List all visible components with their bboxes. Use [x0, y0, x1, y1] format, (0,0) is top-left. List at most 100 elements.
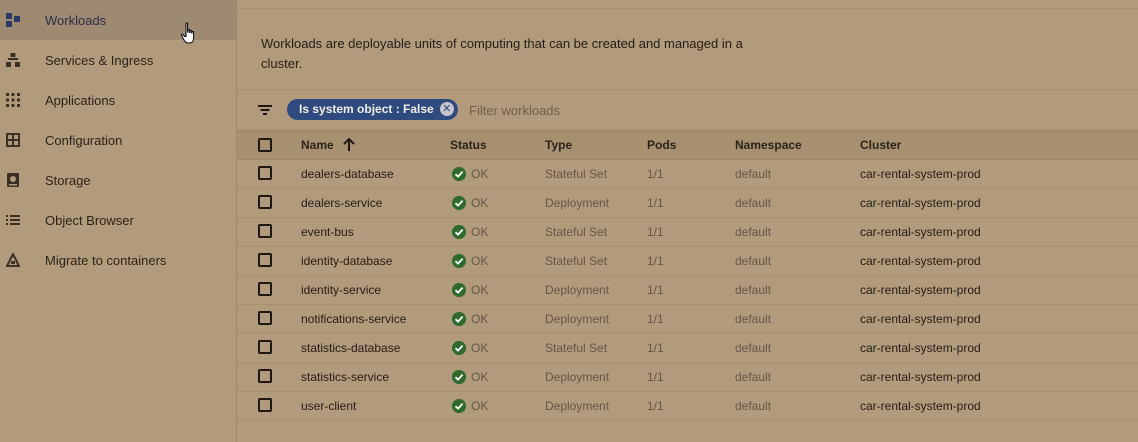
- workload-pods: 1/1: [647, 225, 664, 239]
- hand-cursor-icon: [180, 22, 195, 44]
- configuration-icon: [5, 132, 21, 148]
- workload-namespace: default: [735, 167, 772, 181]
- column-header-status[interactable]: Status: [450, 138, 487, 152]
- workload-namespace: default: [735, 370, 772, 384]
- status-text: OK: [471, 254, 489, 268]
- filter-input[interactable]: [469, 100, 769, 120]
- workload-name[interactable]: user-client: [301, 399, 356, 413]
- row-checkbox[interactable]: [258, 166, 272, 180]
- workload-name[interactable]: statistics-service: [301, 370, 389, 384]
- sidebar-item-storage[interactable]: Storage: [0, 160, 236, 200]
- column-header-cluster[interactable]: Cluster: [860, 138, 901, 152]
- row-checkbox[interactable]: [258, 253, 272, 267]
- check-circle-icon: [452, 283, 466, 297]
- workload-cluster: car-rental-system-prod: [860, 254, 981, 268]
- applications-grid-icon: [5, 92, 21, 108]
- workload-pods: 1/1: [647, 196, 664, 210]
- table-row[interactable]: identity-service Deployment 1/1 default car-…: [237, 276, 1138, 305]
- table-row[interactable]: dealers-database Stateful Set 1/1 default ca…: [237, 160, 1138, 189]
- workload-name[interactable]: notifications-service: [301, 312, 406, 326]
- table-row[interactable]: statistics-service Deployment 1/1 default ca…: [237, 363, 1138, 392]
- sidebar-item-label: Object Browser: [45, 212, 134, 228]
- table-row[interactable]: statistics-database Stateful Set 1/1 defaul…: [237, 334, 1138, 363]
- filter-bar: Is system object : False ✕: [237, 90, 1138, 130]
- workload-pods: 1/1: [647, 370, 664, 384]
- table-row[interactable]: user-client Deployment 1/1 default car-renta…: [237, 392, 1138, 421]
- workload-cluster: car-rental-system-prod: [860, 370, 981, 384]
- status-text: OK: [471, 167, 489, 181]
- filter-chip[interactable]: Is system object : False ✕: [287, 99, 458, 120]
- workload-name[interactable]: identity-service: [301, 283, 381, 297]
- check-circle-icon: [452, 254, 466, 268]
- sidebar-item-configuration[interactable]: Configuration: [0, 120, 236, 160]
- page-description: Workloads are deployable units of comput…: [261, 36, 743, 71]
- table-row[interactable]: event-bus Stateful Set 1/1 default car-renta…: [237, 218, 1138, 247]
- workload-type: Stateful Set: [545, 341, 608, 355]
- status-text: OK: [471, 370, 489, 384]
- row-checkbox[interactable]: [258, 398, 272, 412]
- check-circle-icon: [452, 341, 466, 355]
- sidebar-item-label: Workloads: [45, 12, 107, 28]
- workload-type: Deployment: [545, 370, 610, 384]
- workload-type: Deployment: [545, 312, 610, 326]
- workload-name[interactable]: identity-database: [301, 254, 392, 268]
- workload-cluster: car-rental-system-prod: [860, 341, 981, 355]
- workload-namespace: default: [735, 225, 772, 239]
- status-text: OK: [471, 399, 489, 413]
- table-row[interactable]: identity-database Stateful Set 1/1 default c…: [237, 247, 1138, 276]
- sidebar-item-migrate-to-containers[interactable]: Migrate to containers: [0, 240, 236, 280]
- workload-type: Deployment: [545, 283, 610, 297]
- row-checkbox[interactable]: [258, 340, 272, 354]
- workloads-icon: [5, 12, 21, 28]
- workload-pods: 1/1: [647, 254, 664, 268]
- workload-pods: 1/1: [647, 283, 664, 297]
- sidebar-item-label: Applications: [45, 92, 116, 108]
- table-row[interactable]: dealers-service Deployment 1/1 default car-r…: [237, 189, 1138, 218]
- migrate-icon: [5, 252, 21, 268]
- workload-namespace: default: [735, 196, 772, 210]
- check-circle-icon: [452, 196, 466, 210]
- workload-namespace: default: [735, 312, 772, 326]
- column-header-namespace[interactable]: Namespace: [735, 138, 802, 152]
- workload-name[interactable]: statistics-database: [301, 341, 400, 355]
- sidebar-item-workloads[interactable]: Workloads: [0, 0, 236, 40]
- workload-type: Stateful Set: [545, 254, 608, 268]
- sidebar-item-object-browser[interactable]: Object Browser: [0, 200, 236, 240]
- workload-name[interactable]: dealers-service: [301, 196, 382, 210]
- status-text: OK: [471, 312, 489, 326]
- sort-ascending-arrow-icon[interactable]: [343, 138, 355, 152]
- workload-name[interactable]: dealers-database: [301, 167, 394, 181]
- check-circle-icon: [452, 399, 466, 413]
- sidebar-item-label: Services & Ingress: [45, 52, 154, 68]
- workload-cluster: car-rental-system-prod: [860, 167, 981, 181]
- table-header: Name Status Type Pods Namespace Cluster: [237, 130, 1138, 160]
- table-row[interactable]: notifications-service Deployment 1/1 defaul…: [237, 305, 1138, 334]
- main-content: Workloads are deployable units of comput…: [237, 0, 1138, 442]
- close-icon[interactable]: ✕: [439, 102, 454, 116]
- sidebar-item-services-ingress[interactable]: Services & Ingress: [0, 40, 236, 80]
- sidebar-item-label: Migrate to containers: [45, 252, 167, 268]
- select-all-checkbox[interactable]: [258, 138, 272, 152]
- column-header-pods[interactable]: Pods: [647, 138, 676, 152]
- workload-cluster: car-rental-system-prod: [860, 283, 981, 297]
- row-checkbox[interactable]: [258, 224, 272, 238]
- column-header-type[interactable]: Type: [545, 138, 572, 152]
- filter-icon[interactable]: [257, 102, 273, 118]
- check-circle-icon: [452, 167, 466, 181]
- workload-type: Stateful Set: [545, 167, 608, 181]
- workload-pods: 1/1: [647, 341, 664, 355]
- workload-name[interactable]: event-bus: [301, 225, 354, 239]
- status-text: OK: [471, 341, 489, 355]
- workload-cluster: car-rental-system-prod: [860, 399, 981, 413]
- workload-type: Stateful Set: [545, 225, 608, 239]
- sidebar-item-label: Configuration: [45, 132, 123, 148]
- workload-cluster: car-rental-system-prod: [860, 196, 981, 210]
- sidebar-item-applications[interactable]: Applications: [0, 80, 236, 120]
- row-checkbox[interactable]: [258, 311, 272, 325]
- row-checkbox[interactable]: [258, 369, 272, 383]
- workload-namespace: default: [735, 254, 772, 268]
- row-checkbox[interactable]: [258, 195, 272, 209]
- row-checkbox[interactable]: [258, 282, 272, 296]
- workload-type: Deployment: [545, 399, 610, 413]
- column-header-name[interactable]: Name: [301, 138, 334, 152]
